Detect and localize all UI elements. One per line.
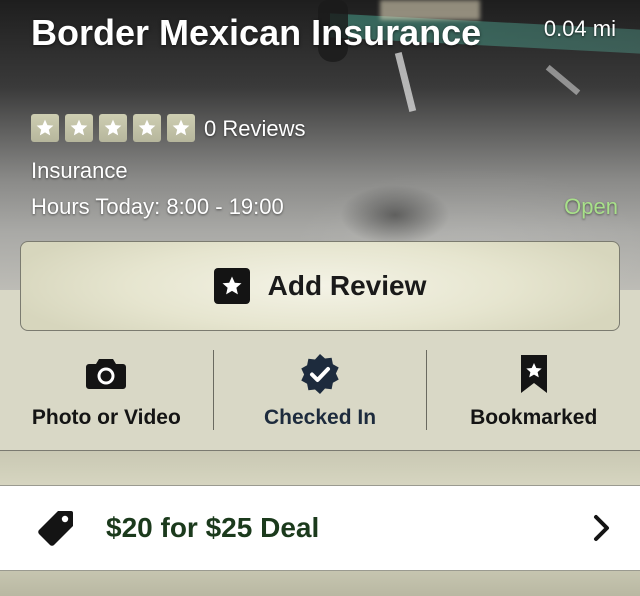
star-icon — [65, 114, 93, 142]
bookmarked-label: Bookmarked — [470, 406, 598, 429]
bookmark-icon — [512, 352, 556, 396]
add-review-button[interactable]: Add Review — [20, 241, 620, 331]
hours-today: Hours Today: 8:00 - 19:00 — [31, 194, 284, 219]
photo-video-button[interactable]: Photo or Video — [0, 340, 213, 450]
camera-icon — [84, 352, 128, 396]
action-row: Photo or Video Checked In Bookmarked — [0, 340, 640, 450]
background-photo-stripe — [394, 52, 417, 112]
chevron-right-icon — [594, 515, 609, 541]
add-review-label: Add Review — [267, 270, 427, 301]
star-icon — [167, 114, 195, 142]
rating-stars — [31, 114, 195, 142]
open-status: Open — [564, 194, 618, 219]
star-badge-icon — [213, 268, 250, 304]
star-icon — [99, 114, 127, 142]
star-icon — [31, 114, 59, 142]
business-category: Insurance — [31, 158, 128, 183]
bookmark-button[interactable]: Bookmarked — [427, 340, 640, 450]
reviews-count[interactable]: 0 Reviews — [204, 116, 305, 142]
checked-in-label: Checked In — [263, 406, 377, 429]
section-spacer — [0, 571, 640, 596]
distance-label: 0.04 mi — [543, 16, 616, 41]
deal-label: $20 for $25 Deal — [106, 512, 320, 543]
deal-row[interactable]: $20 for $25 Deal — [0, 485, 640, 571]
photo-video-label: Photo or Video — [31, 406, 181, 429]
background-photo-shadow — [340, 185, 450, 245]
checked-in-button[interactable]: Checked In — [214, 340, 427, 450]
background-photo-stripe — [545, 64, 581, 96]
star-icon — [133, 114, 161, 142]
checked-badge-icon — [298, 352, 342, 396]
section-spacer — [0, 451, 640, 485]
business-name: Border Mexican Insurance — [31, 12, 482, 53]
tag-icon — [38, 511, 73, 546]
